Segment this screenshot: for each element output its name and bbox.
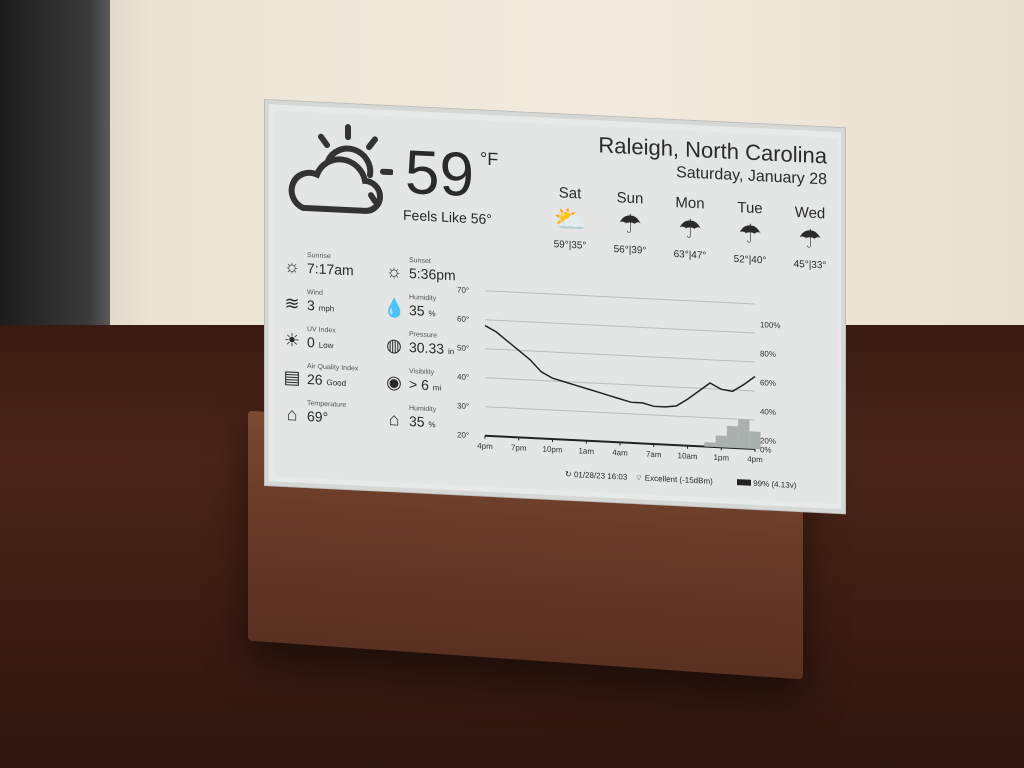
precip-bar <box>704 442 716 448</box>
humidity-icon: 💧 <box>383 297 406 319</box>
precip-bar <box>726 425 739 449</box>
detail-temperature: ⌂ Temperature 69° <box>281 399 381 438</box>
x-tick: 10am <box>677 451 697 461</box>
x-tick: 4pm <box>477 441 493 451</box>
sunrise-icon: ☼ <box>283 255 301 277</box>
detail-label: Visibility <box>409 368 435 377</box>
detail-value: 3 mph <box>307 297 335 314</box>
forecast-day: Tue ☂ 52°|40° <box>720 198 780 267</box>
y-tick-left: 60° <box>457 314 469 324</box>
gridline <box>485 406 755 421</box>
precip-bar <box>749 431 761 450</box>
forecast-temps: 52°|40° <box>733 253 767 267</box>
battery-icon <box>737 479 751 486</box>
uv-icon: ☀ <box>283 329 301 351</box>
y-tick-left: 40° <box>457 372 469 382</box>
feels-like: Feels Like 56° <box>403 206 492 228</box>
battery-text: 99% (4.13v) <box>753 478 797 490</box>
detail-uv-index: ☀ UV Index 0 Low <box>281 325 381 364</box>
temperature-line <box>484 324 756 408</box>
rain-icon: ☂ <box>618 208 642 240</box>
pressure-icon: ◍ <box>386 334 402 356</box>
y-tick-right: 40% <box>760 407 776 417</box>
detail-value: 35 % <box>409 413 436 430</box>
detail-label: Wind <box>307 289 323 297</box>
y-tick-left: 20° <box>457 430 469 440</box>
detail-value: 0 Low <box>307 334 334 351</box>
x-tick: 1pm <box>713 453 729 463</box>
x-tick: 7pm <box>511 443 527 453</box>
x-tick: 10pm <box>542 445 562 455</box>
updated-time: 01/28/23 16:03 <box>573 470 628 482</box>
forecast-temps: 45°|33° <box>793 258 827 272</box>
rain-icon: ☂ <box>738 218 762 250</box>
y-tick-right: 100% <box>760 320 780 330</box>
detail-value: 30.33 in <box>409 339 455 357</box>
gridline <box>485 290 755 305</box>
y-tick-left: 50° <box>457 343 469 353</box>
x-tick: 4pm <box>747 455 763 465</box>
air-quality-icon: ▤ <box>283 366 301 388</box>
forecast-temps: 56°|39° <box>613 244 647 257</box>
detail-value: 5:36pm <box>409 265 456 284</box>
current-temperature: 59 <box>405 137 474 211</box>
x-tick: 1am <box>578 446 594 456</box>
eink-display: 59 °F Feels Like 56° Raleigh, North Caro… <box>265 100 845 514</box>
gridline <box>485 377 755 392</box>
y-tick-right: 80% <box>760 349 776 359</box>
y-tick-right: 0% <box>760 445 772 455</box>
detail-value: 69° <box>307 408 329 426</box>
rain-icon: ☂ <box>678 213 702 245</box>
rain-icon: ☂ <box>798 223 822 255</box>
precip-bar <box>715 435 727 448</box>
visibility-icon: ◉ <box>386 371 402 393</box>
indoor-temp-icon: ⌂ <box>286 404 298 425</box>
detail-label: Sunrise <box>307 252 331 261</box>
forecast-day: Mon ☂ 63°|47° <box>660 193 720 262</box>
forecast-temps: 63°|47° <box>673 248 707 262</box>
precip-bar <box>738 419 750 449</box>
detail-label: UV Index <box>307 326 336 335</box>
detail-sunrise: ☼ Sunrise 7:17am <box>281 251 381 290</box>
indoor-humidity-icon: ⌂ <box>388 409 400 430</box>
gridline <box>485 319 755 334</box>
forecast-day: Sun ☂ 56°|39° <box>600 188 660 257</box>
temperature-unit: °F <box>480 148 499 170</box>
wind-icon: ≋ <box>284 292 300 314</box>
y-tick-right: 20% <box>760 436 776 446</box>
detail-label: Pressure <box>409 331 438 340</box>
battery-status: 99% (4.13v) <box>737 478 796 490</box>
x-tick: 4am <box>612 448 628 458</box>
detail-air-quality-index: ▤ Air Quality Index 26 Good <box>281 362 381 401</box>
detail-wind: ≋ Wind 3 mph <box>281 288 381 327</box>
detail-value: 7:17am <box>307 260 354 279</box>
y-tick-right: 60% <box>760 378 776 388</box>
detail-value: 26 Good <box>307 371 347 388</box>
detail-label: Humidity <box>409 294 437 303</box>
sunset-icon: ☼ <box>385 260 403 282</box>
x-tick: 7am <box>646 450 662 460</box>
temperature-chart: 20° 30° 40° 50° 60° 70° 0%20% 40% 60% 80% 100% 4pm 7… <box>457 285 780 465</box>
wifi-text: Excellent (-15dBm) <box>644 473 713 486</box>
location: Raleigh, North Carolina <box>598 132 827 169</box>
detail-value: 35 % <box>409 302 436 319</box>
last-updated: ↻ 01/28/23 16:03 <box>565 469 628 482</box>
partly-cloudy-icon <box>288 124 393 214</box>
partly-sunny-icon: ⛅ <box>553 203 587 235</box>
detail-label: Sunset <box>409 257 431 266</box>
forecast-day: Sat ⛅ 59°|35° <box>540 183 600 252</box>
forecast-day: Wed ☂ 45°|33° <box>780 203 840 272</box>
y-tick-left: 70° <box>457 285 469 295</box>
picture-frame <box>0 0 110 360</box>
forecast-temps: 59°|35° <box>553 239 587 252</box>
detail-value: > 6 mi <box>409 376 442 394</box>
y-tick-left: 30° <box>457 401 469 411</box>
detail-label: Humidity <box>409 405 437 414</box>
